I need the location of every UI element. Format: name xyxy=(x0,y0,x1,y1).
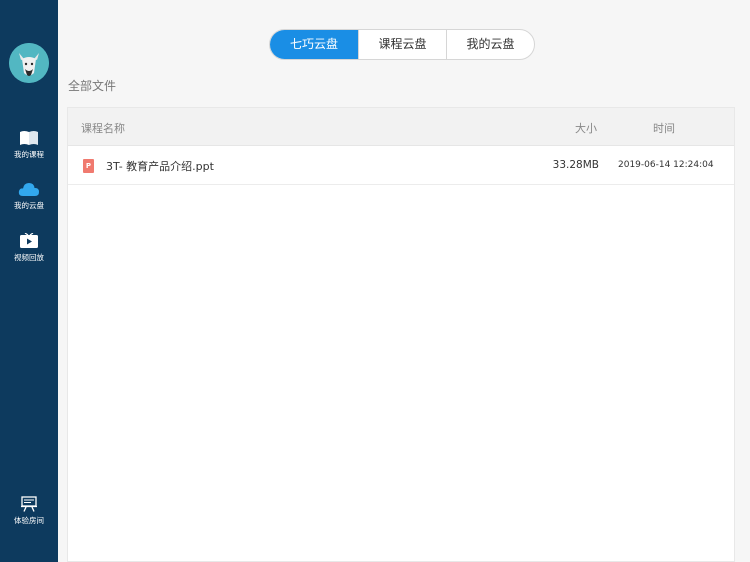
app-window: 我的课程 我的云盘 视频回放 体验房间 七巧云盘 课程云盘 我的云盘 全部文件 … xyxy=(0,0,750,562)
table-header: 课程名称 大小 时间 xyxy=(68,108,734,146)
cloud-tabs: 七巧云盘 课程云盘 我的云盘 xyxy=(269,29,535,60)
cloud-icon xyxy=(18,183,39,196)
sidebar-item-my-courses[interactable]: 我的课程 xyxy=(0,130,58,160)
file-time: 2019-06-14 12:24:04 xyxy=(618,160,714,170)
tab-qiqiao-cloud[interactable]: 七巧云盘 xyxy=(270,30,358,59)
avatar[interactable] xyxy=(9,43,49,83)
sidebar-item-label: 我的课程 xyxy=(14,150,44,159)
ppt-file-icon: P xyxy=(83,159,94,173)
sidebar-item-my-cloud[interactable]: 我的云盘 xyxy=(0,182,58,211)
table-row[interactable]: P 3T- 教育产品介绍.ppt 33.28MB 2019-06-14 12:2… xyxy=(68,146,734,185)
tab-my-cloud[interactable]: 我的云盘 xyxy=(446,30,534,59)
file-table: 课程名称 大小 时间 P 3T- 教育产品介绍.ppt 33.28MB 2019… xyxy=(67,107,735,562)
tab-course-cloud[interactable]: 课程云盘 xyxy=(358,30,446,59)
column-header-size: 大小 xyxy=(575,122,597,135)
breadcrumb[interactable]: 全部文件 xyxy=(68,77,116,94)
video-play-icon xyxy=(20,233,38,248)
kangaroo-logo-icon xyxy=(9,43,49,83)
sidebar: 我的课程 我的云盘 视频回放 体验房间 xyxy=(0,0,58,562)
sidebar-item-experience-room[interactable]: 体验房间 xyxy=(0,496,58,526)
book-icon xyxy=(20,131,38,145)
sidebar-item-label: 我的云盘 xyxy=(14,201,44,210)
file-name: 3T- 教育产品介绍.ppt xyxy=(106,160,214,173)
presentation-board-icon xyxy=(21,496,37,512)
column-header-name: 课程名称 xyxy=(81,122,125,135)
file-size: 33.28MB xyxy=(552,159,599,171)
sidebar-item-video-playback[interactable]: 视频回放 xyxy=(0,233,58,263)
column-header-time: 时间 xyxy=(653,122,675,135)
sidebar-item-label: 视频回放 xyxy=(14,253,44,262)
sidebar-item-label: 体验房间 xyxy=(14,516,44,525)
